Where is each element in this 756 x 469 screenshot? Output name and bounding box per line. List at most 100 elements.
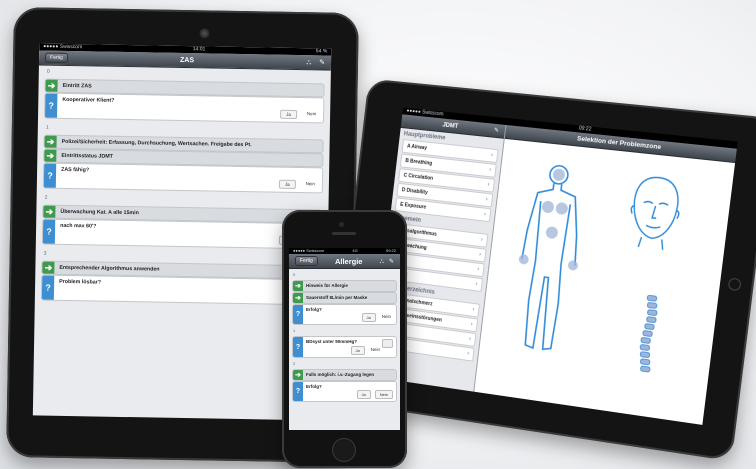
camera-icon [339, 222, 344, 227]
speaker-icon [332, 232, 356, 235]
step-number: 2 [293, 361, 400, 366]
chevron-right-icon: › [487, 182, 490, 188]
split-view: JDMT ✎ Hauptprobleme A Airway › B Breathing… [371, 114, 737, 425]
chevron-right-icon: › [475, 281, 478, 287]
zone-chest-left[interactable] [541, 200, 554, 213]
question-icon: ? [45, 94, 57, 118]
page-title: Allergie [335, 257, 363, 266]
step-card: ➔ Überwachung Kat. A alle 15min ? nach m… [42, 205, 323, 250]
arrow-right-icon: ➔ [293, 370, 303, 380]
chevron-right-icon: › [469, 336, 472, 342]
home-button[interactable] [728, 277, 742, 291]
edit-icon[interactable]: ✎ [494, 127, 500, 134]
arrow-right-icon: ➔ [45, 80, 57, 92]
main-panel: Selektion der Problemzone [473, 125, 736, 425]
action-text: Sauerstoff 8L/min per Maske [303, 293, 396, 303]
zone-abdomen[interactable] [545, 226, 558, 239]
allergy-screen: ●●●●● Swisscom 4G 09:22 Fertig Allergie … [289, 248, 400, 430]
share-icon[interactable]: ⛬ [306, 58, 311, 66]
arrow-right-icon: ➔ [44, 150, 56, 162]
share-icon[interactable]: ⛬ [380, 258, 384, 265]
question-row: ? nach max 60'? Abweichung [42, 219, 322, 250]
action-text: Hinweis für Allergie [303, 281, 396, 291]
chevron-right-icon: › [489, 167, 492, 173]
network-label: 4G [352, 248, 357, 254]
menu-item-label: A Airway [407, 143, 428, 151]
home-button[interactable] [332, 438, 356, 462]
yes-button[interactable]: Ja [279, 180, 296, 189]
action-row: ➔ Sauerstoff 8L/min per Maske [292, 292, 397, 304]
chevron-right-icon: › [484, 212, 487, 218]
question-icon: ? [44, 164, 56, 188]
action-text: Falls möglich: i.v.-Zugang legen [303, 370, 396, 380]
battery-label: 54 % [316, 48, 328, 55]
question-row: ? ZAS fähig? Ja Nein [43, 163, 323, 194]
page-title: ZAS [180, 56, 194, 63]
edit-icon[interactable]: ✎ [319, 58, 325, 66]
question-text: Erfolg? [306, 307, 393, 312]
step-number: 0 [293, 272, 400, 277]
chevron-right-icon: › [491, 152, 494, 158]
step-card: ➔ Entsprechender Algorithmus anwenden ? … [41, 261, 322, 306]
chevron-right-icon: › [472, 307, 475, 313]
question-icon: ? [42, 276, 54, 300]
step-number: 0 [47, 69, 331, 80]
question-text: BDsyst unter 90mmHg? [306, 339, 357, 344]
zone-hand-left[interactable] [518, 254, 529, 265]
no-button[interactable]: Nein [369, 346, 382, 355]
question-row: ? Kooperativer Klient? Ja Nein [44, 93, 324, 124]
question-row: ? BDsyst unter 90mmHg? Ja Nein [292, 336, 397, 358]
camera-icon [199, 28, 209, 38]
yes-button[interactable]: Ja [351, 346, 365, 355]
problem-zone-screen: ●●●●● Swisscom 09:22 JDMT ✎ Hauptproblem… [371, 108, 738, 425]
done-button[interactable]: Fertig [295, 256, 318, 266]
no-button[interactable]: Nein [304, 180, 317, 189]
zone-head[interactable] [552, 168, 565, 181]
arrow-right-icon: ➔ [293, 293, 303, 303]
time-label: 14:01 [193, 46, 206, 53]
zone-hand-right[interactable] [567, 260, 578, 271]
no-button[interactable]: Nein [305, 110, 318, 119]
step-card: ➔ Polizei/Sicherheit: Erfassung, Durchsu… [43, 135, 324, 194]
edit-icon[interactable]: ✎ [389, 258, 394, 265]
chevron-right-icon: › [477, 267, 480, 273]
navigation-bar: Fertig Allergie ⛬ ✎ [289, 254, 400, 269]
body-diagram[interactable] [503, 159, 595, 361]
question-row: ? Problem lösbar? Ja [41, 275, 321, 306]
yes-button[interactable]: Ja [362, 313, 376, 322]
zone-chest-right[interactable] [555, 202, 568, 215]
question-row: ? Erfolg? Ja Nein [292, 381, 397, 402]
step-card: ➔ Falls möglich: i.v.-Zugang legen ? Erf… [292, 369, 397, 402]
nav-icons: ⛬ ✎ [306, 58, 325, 67]
menu-item-label: C Circulation [403, 173, 433, 182]
toggle-switch[interactable] [382, 339, 393, 348]
arrow-right-icon: ➔ [42, 262, 54, 274]
question-icon: ? [293, 305, 303, 324]
phone: ●●●●● Swisscom 4G 09:22 Fertig Allergie … [282, 210, 407, 468]
question-icon: ? [293, 382, 303, 401]
spine-diagram[interactable] [627, 292, 667, 377]
chevron-right-icon: › [485, 197, 488, 203]
no-button[interactable]: Nein [375, 390, 393, 399]
step-card: ➔ Hinweis für Allergie ➔ Sauerstoff 8L/m… [292, 280, 397, 325]
yes-button[interactable]: Ja [357, 390, 371, 399]
arrow-right-icon: ➔ [45, 136, 57, 148]
no-button[interactable]: Nein [380, 313, 393, 322]
chevron-right-icon: › [467, 351, 470, 357]
menu-item-label: B Breathing [405, 158, 432, 167]
question-text: Erfolg? [306, 384, 393, 389]
arrow-right-icon: ➔ [293, 281, 303, 291]
chevron-right-icon: › [480, 237, 483, 243]
menu-item-label: D Disability [402, 187, 428, 196]
question-icon: ? [293, 337, 303, 357]
menu-item-label: E Exposure [400, 202, 427, 211]
head-outline [627, 175, 683, 251]
head-diagram[interactable] [620, 170, 690, 253]
yes-button[interactable]: Ja [280, 110, 297, 119]
step-number: 2 [45, 195, 329, 206]
step-card: ➔ Eintritt ZAS ? Kooperativer Klient? Ja… [44, 79, 325, 124]
question-line: BDsyst unter 90mmHg? [306, 339, 393, 344]
question-icon: ? [43, 220, 55, 244]
carrier-label: ●●●●● Swisscom [293, 248, 324, 254]
done-button[interactable]: Fertig [45, 53, 68, 63]
